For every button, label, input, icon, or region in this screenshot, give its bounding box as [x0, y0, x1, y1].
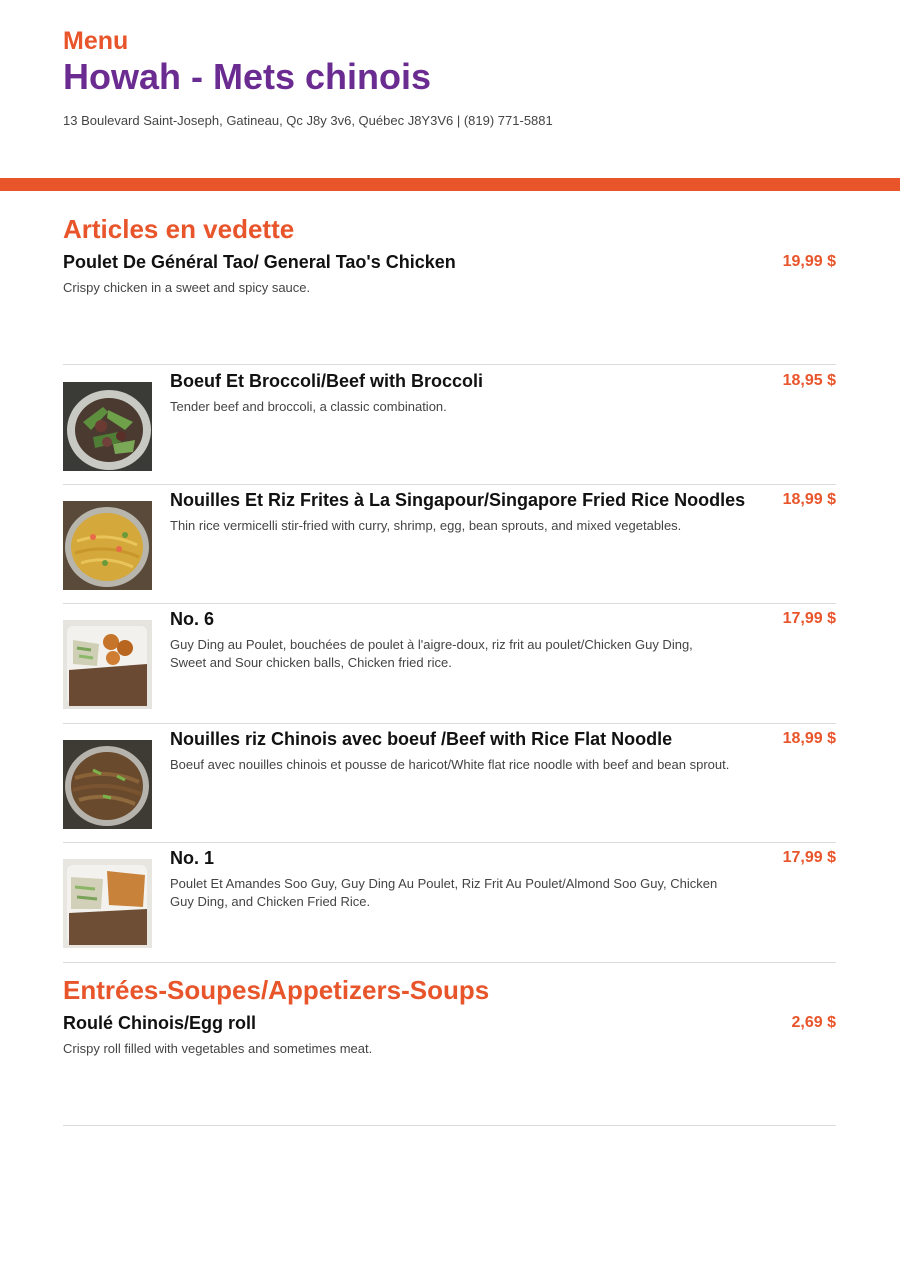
beef-broccoli-photo: [63, 382, 152, 471]
item-price: 19,99 $: [782, 253, 836, 270]
singapore-noodles-photo: [63, 501, 152, 590]
section-title-appetizers: Entrées-Soupes/Appetizers-Soups: [63, 975, 490, 1005]
item-description: Thin rice vermicelli stir-fried with cur…: [170, 518, 682, 533]
menu-item-beef-flat-noodle[interactable]: Nouilles riz Chinois avec boeuf /Beef wi…: [0, 724, 900, 844]
menu-item-no-1[interactable]: No. 1 17,99 $ Poulet Et Amandes Soo Guy,…: [0, 843, 900, 963]
item-divider: [63, 364, 836, 365]
restaurant-name: Howah - Mets chinois: [63, 56, 432, 97]
menu-item-beef-broccoli[interactable]: Boeuf Et Broccoli/Beef with Broccoli 18,…: [0, 366, 900, 486]
menu-item-general-tao[interactable]: Poulet De Général Tao/ General Tao's Chi…: [63, 251, 836, 297]
restaurant-address: 13 Boulevard Saint-Joseph, Gatineau, Qc …: [63, 113, 553, 128]
item-description: Crispy roll filled with vegetables and s…: [63, 1041, 373, 1056]
item-divider: [63, 1125, 836, 1126]
menu-item-egg-roll[interactable]: Roulé Chinois/Egg roll 2,69 $ Crispy rol…: [63, 1012, 836, 1058]
beef-flat-noodle-photo: [63, 740, 152, 829]
item-price: 2,69 $: [791, 1014, 836, 1031]
item-name: No. 1: [170, 848, 215, 868]
item-description: Guy Ding au Poulet, bouchées de poulet à…: [170, 637, 693, 670]
menu-item-no-6[interactable]: No. 6 17,99 $ Guy Ding au Poulet, bouché…: [0, 604, 900, 724]
item-price: 18,99 $: [782, 491, 836, 508]
menu-header: Menu Howah - Mets chinois 13 Boulevard S…: [63, 26, 843, 130]
item-price: 17,99 $: [782, 849, 836, 866]
item-description: Tender beef and broccoli, a classic comb…: [170, 399, 447, 414]
item-description: Crispy chicken in a sweet and spicy sauc…: [63, 280, 311, 295]
item-name: Boeuf Et Broccoli/Beef with Broccoli: [170, 371, 484, 391]
item-divider: [63, 962, 836, 963]
item-price: 17,99 $: [782, 610, 836, 627]
item-name: Nouilles Et Riz Frites à La Singapour/Si…: [170, 490, 746, 510]
item-price: 18,95 $: [782, 372, 836, 389]
item-name: Roulé Chinois/Egg roll: [63, 1013, 256, 1033]
menu-label: Menu: [63, 27, 129, 55]
header-divider-bar: [0, 178, 900, 191]
item-name: No. 6: [170, 609, 215, 629]
item-name: Nouilles riz Chinois avec boeuf /Beef wi…: [170, 729, 673, 749]
item-price: 18,99 $: [782, 730, 836, 747]
menu-item-singapore-noodles[interactable]: Nouilles Et Riz Frites à La Singapour/Si…: [0, 485, 900, 605]
section-title-featured: Articles en vedette: [63, 214, 295, 244]
item-description: Poulet Et Amandes Soo Guy, Guy Ding Au P…: [170, 876, 718, 909]
item-name: Poulet De Général Tao/ General Tao's Chi…: [63, 252, 456, 272]
combo-1-photo: [63, 859, 152, 948]
item-description: Boeuf avec nouilles chinois et pousse de…: [170, 757, 730, 772]
combo-6-photo: [63, 620, 152, 709]
